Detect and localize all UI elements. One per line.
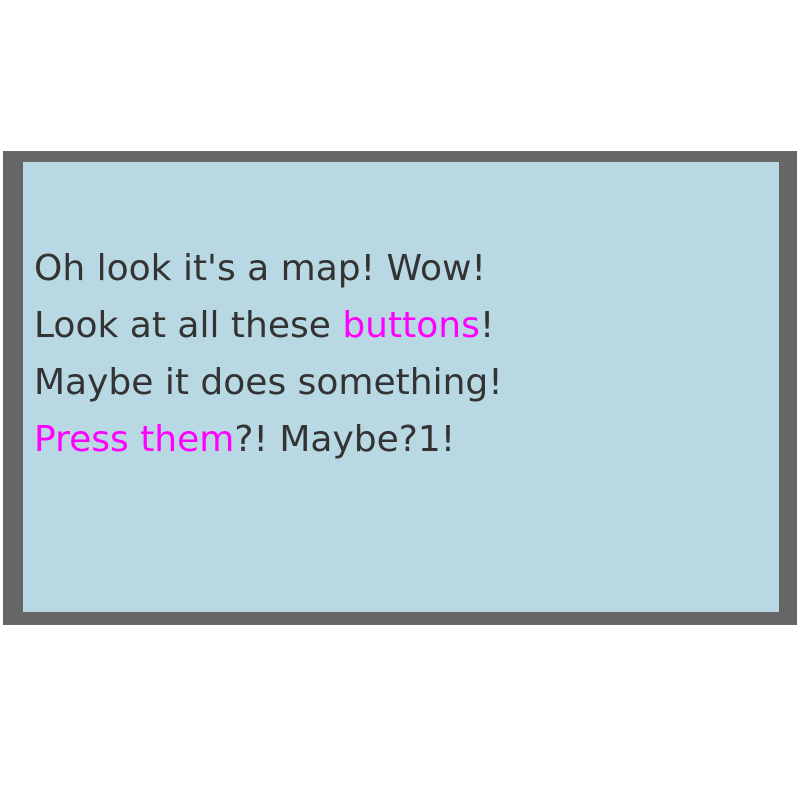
buttons-highlight: buttons (342, 305, 480, 346)
info-message: Oh look it's a map! Wow! Look at all the… (34, 240, 503, 468)
message-line-2: Look at all these buttons! (34, 297, 503, 354)
press-them-highlight: Press them (34, 419, 235, 460)
message-line-4-end: ?! Maybe?1! (234, 419, 456, 460)
message-line-4: Press them?! Maybe?1! (34, 411, 503, 468)
message-line-2-text: Look at all these (34, 305, 343, 346)
info-panel: Oh look it's a map! Wow! Look at all the… (23, 162, 779, 612)
message-line-1: Oh look it's a map! Wow! (34, 248, 486, 289)
info-panel-frame: Oh look it's a map! Wow! Look at all the… (3, 151, 797, 625)
message-line-3: Maybe it does something! (34, 362, 503, 403)
message-line-2-end: ! (479, 305, 495, 346)
